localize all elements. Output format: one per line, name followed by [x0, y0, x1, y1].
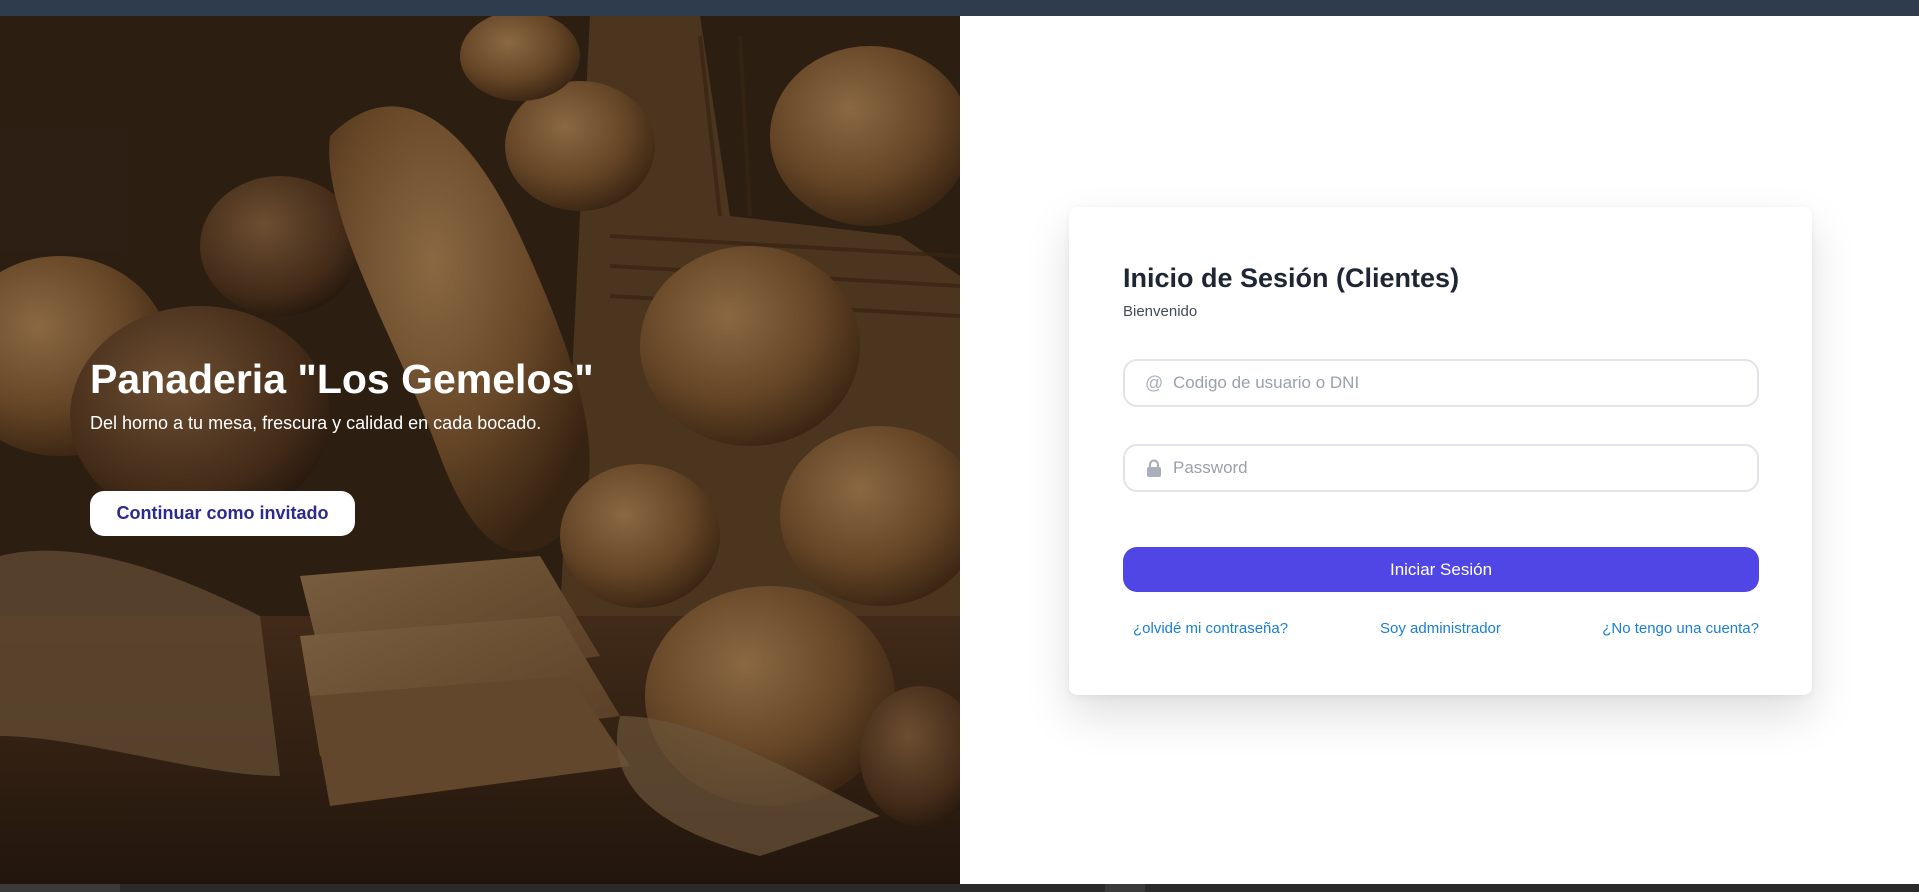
password-field[interactable] [1123, 444, 1759, 492]
bakery-tagline: Del horno a tu mesa, frescura y calidad … [90, 413, 542, 433]
login-welcome-text: Bienvenido [1123, 303, 1198, 320]
password-input[interactable] [1173, 446, 1743, 490]
admin-login-link[interactable]: Soy administrador [1380, 620, 1501, 637]
taskbar-segment [1105, 884, 1145, 892]
taskbar [0, 884, 1919, 892]
lock-icon [1145, 459, 1163, 477]
login-title: Inicio de Sesión (Clientes) [1123, 263, 1460, 293]
login-card: Inicio de Sesión (Clientes) Bienvenido @… [1069, 207, 1812, 695]
forgot-password-link[interactable]: ¿olvidé mi contraseña? [1133, 620, 1288, 637]
hero-panel [0, 16, 960, 884]
taskbar-segment [0, 884, 120, 892]
continue-as-guest-button[interactable]: Continuar como invitado [90, 491, 355, 536]
register-link[interactable]: ¿No tengo una cuenta? [1602, 620, 1759, 637]
browser-top-bar [0, 0, 1919, 16]
hero-overlay [0, 16, 960, 884]
bakery-title: Panaderia "Los Gemelos" [90, 356, 594, 402]
login-submit-button[interactable]: Iniciar Sesión [1123, 547, 1759, 592]
user-code-field[interactable]: @ [1123, 359, 1759, 407]
user-code-input[interactable] [1173, 361, 1743, 405]
at-icon: @ [1145, 373, 1164, 393]
